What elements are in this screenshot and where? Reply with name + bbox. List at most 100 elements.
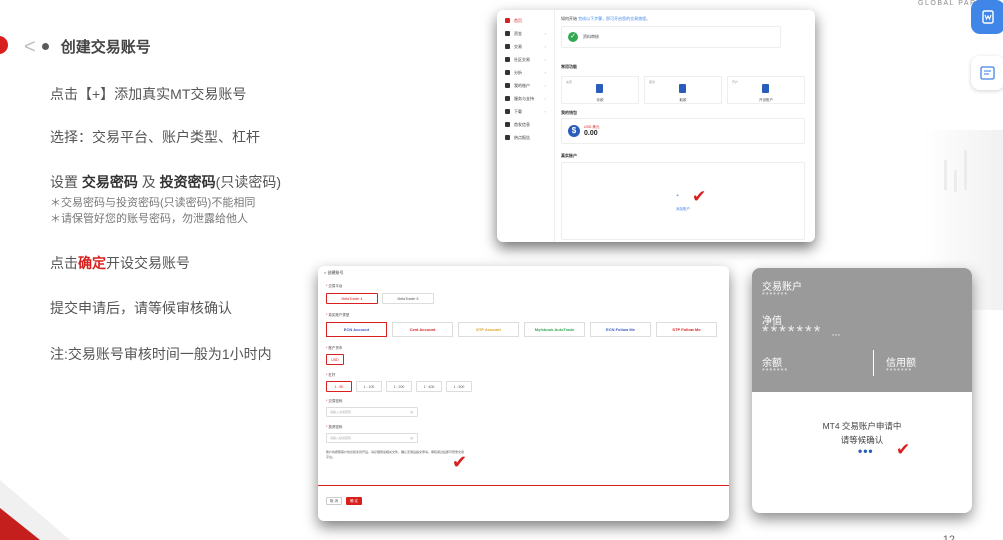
currency-option-usd[interactable]: USD	[326, 354, 344, 365]
account-type-option[interactable]: Myfxbook AutoTrade	[524, 322, 585, 337]
account-label: 交易账户	[762, 282, 802, 293]
sidebar-item[interactable]: 分析 ›	[497, 66, 554, 79]
open-account-icon	[762, 84, 769, 93]
function-tag: 开户	[732, 80, 739, 84]
loading-dots-icon: •••	[858, 444, 874, 458]
function-open-account[interactable]: 开户 开设账户	[727, 76, 805, 104]
invest-password-label: * 投资密码	[326, 425, 343, 429]
account-type-option[interactable]: ECN Follow Me	[590, 322, 651, 337]
dashboard-main: 如何开始 完成以下步骤，即可开启您的交易旅程。 ✓ 资料审核 常用功能 充值 存款…	[561, 16, 807, 240]
step-select: 选择：交易平台、账户类型、杠杆	[50, 129, 260, 145]
welcome-title: 如何开始	[561, 16, 577, 21]
nav-icon	[505, 31, 510, 36]
form-header[interactable]: < 创建账号	[324, 270, 343, 276]
eye-icon[interactable]: ◎	[410, 408, 413, 417]
slide-marker	[0, 36, 8, 54]
password-note-1: ＊交易密码与投资密码(只读密码)不能相同	[50, 197, 256, 209]
chevron-right-icon: ›	[544, 44, 546, 49]
chevron-right-icon: ›	[544, 83, 546, 88]
sidebar-item[interactable]: 我的账户 ›	[497, 79, 554, 92]
sidebar-item[interactable]: 社区交易 ›	[497, 53, 554, 66]
nav-icon	[505, 18, 510, 23]
sidebar-item[interactable]: 热点报告	[497, 131, 554, 144]
leverage-option[interactable]: 1 : 400	[416, 381, 442, 392]
sidebar-item[interactable]: 资金 ›	[497, 27, 554, 40]
sidebar-item[interactable]: 下载 ›	[497, 105, 554, 118]
chevron-right-icon: ›	[544, 31, 546, 36]
checkmark-icon: ✔	[692, 187, 707, 206]
sidebar-item-label: 首发信息	[514, 121, 530, 127]
chevron-right-icon: ›	[544, 109, 546, 114]
platform-option-mt5[interactable]: MetaTrader 5	[382, 293, 434, 304]
bullet-icon	[41, 43, 49, 50]
function-deposit[interactable]: 充值 存款	[561, 76, 639, 104]
sidebar-item[interactable]: 首页	[497, 14, 554, 27]
welcome-link[interactable]: 完成以下步骤，即可开启您的交易旅程。	[578, 16, 650, 21]
sidebar-item[interactable]: 服务与支持 ›	[497, 92, 554, 105]
add-account-link[interactable]: 添加账户	[562, 207, 804, 212]
step-text: 设置	[50, 174, 82, 190]
nav-icon	[505, 96, 510, 101]
plus-icon[interactable]: +	[676, 193, 679, 199]
sidebar-item-label: 社区交易	[514, 56, 530, 62]
withdraw-icon	[679, 84, 686, 93]
wallet-card: $ USD 美元 0.00	[561, 118, 805, 144]
label-text: 交易平台	[328, 284, 343, 288]
step-add-account: 点击【+】添加真实MT交易账号	[50, 86, 247, 102]
function-withdraw[interactable]: 取款 取款	[644, 76, 722, 104]
account-summary-panel: 交易账户 ******* 净值 ******* *** 余额 ******* 信…	[752, 268, 972, 392]
back-chevron-icon[interactable]: <	[24, 37, 36, 57]
add-account-card[interactable]: + 添加账户 ✔	[561, 162, 805, 240]
confirm-button[interactable]: 确 定	[346, 497, 362, 505]
leverage-option[interactable]: 1 : 200	[386, 381, 412, 392]
pending-message: MT4 交易账户申请中	[822, 421, 902, 431]
document-button[interactable]	[971, 0, 1003, 34]
sidebar-item-label: 分析	[514, 69, 522, 75]
leverage-option[interactable]: 1 : 50	[326, 381, 352, 392]
background-candle	[944, 160, 947, 190]
leverage-option[interactable]: 1 : 500	[446, 381, 472, 392]
eye-icon[interactable]: ◎	[410, 434, 413, 443]
invest-password-input[interactable]: 请输入投资密码 ◎	[326, 433, 418, 443]
sidebar-item-label: 下载	[514, 108, 522, 114]
step-review-time: 注:交易账号审核时间一般为1小时内	[50, 346, 272, 362]
step-text: 开设交易账号	[106, 255, 190, 271]
sidebar-item[interactable]: 首发信息	[497, 118, 554, 131]
credit-value: *******	[886, 368, 913, 375]
status-card: ✓ 资料审核	[561, 26, 781, 48]
trade-password-input[interactable]: 请输入交易密码 ◎	[326, 407, 418, 417]
credit-label: 信用额	[886, 358, 916, 369]
account-type-option[interactable]: Cent Account	[392, 322, 453, 337]
sidebar-item-label: 交易	[514, 43, 522, 49]
nav-icon	[505, 44, 510, 49]
checkmark-icon: ✔	[452, 452, 468, 472]
platform-option-mt4[interactable]: MetaTrader 4	[326, 293, 378, 304]
step-text: 点击	[50, 255, 78, 271]
account-type-option[interactable]: STP Account	[458, 322, 519, 337]
account-pending-screenshot: 交易账户 ******* 净值 ******* *** 余额 ******* 信…	[752, 268, 972, 513]
form-footer: 取 消 确 定	[318, 485, 729, 521]
sidebar-item-label: 资金	[514, 30, 522, 36]
leverage-option[interactable]: 1 : 100	[356, 381, 382, 392]
functions-title: 常用功能	[561, 64, 577, 69]
nav-icon	[505, 83, 510, 88]
function-label: 取款	[679, 98, 687, 102]
account-type-option[interactable]: STP Follow Me	[656, 322, 717, 337]
checkmark-icon: ✔	[896, 440, 911, 459]
welcome-text: 如何开始 完成以下步骤，即可开启您的交易旅程。	[561, 16, 807, 22]
page-title: 创建交易账号	[60, 39, 151, 56]
equity-suffix: ***	[832, 334, 841, 340]
deposit-icon	[596, 84, 603, 93]
background-candle	[954, 170, 957, 192]
function-tag: 取款	[649, 80, 656, 84]
sidebar-item[interactable]: 交易 ›	[497, 40, 554, 53]
account-type-option[interactable]: ECN Account	[326, 322, 387, 337]
dashboard-screenshot: 首页 资金 › 交易 › 社区交易 › 分析 › 我的账户 › 服务与支持 › 下载 › 首发信息 热点报告 如…	[497, 10, 815, 242]
balance-label: 余额	[762, 358, 782, 369]
cancel-button[interactable]: 取 消	[326, 497, 342, 505]
note-button[interactable]	[971, 56, 1003, 90]
account-type-label: * 真实账户类型	[326, 313, 350, 317]
step-confirm: 点击确定开设交易账号	[50, 253, 190, 273]
balance-value: *******	[762, 368, 789, 375]
step-set-password: 设置 交易密码 及 投资密码(只读密码)	[50, 172, 281, 192]
